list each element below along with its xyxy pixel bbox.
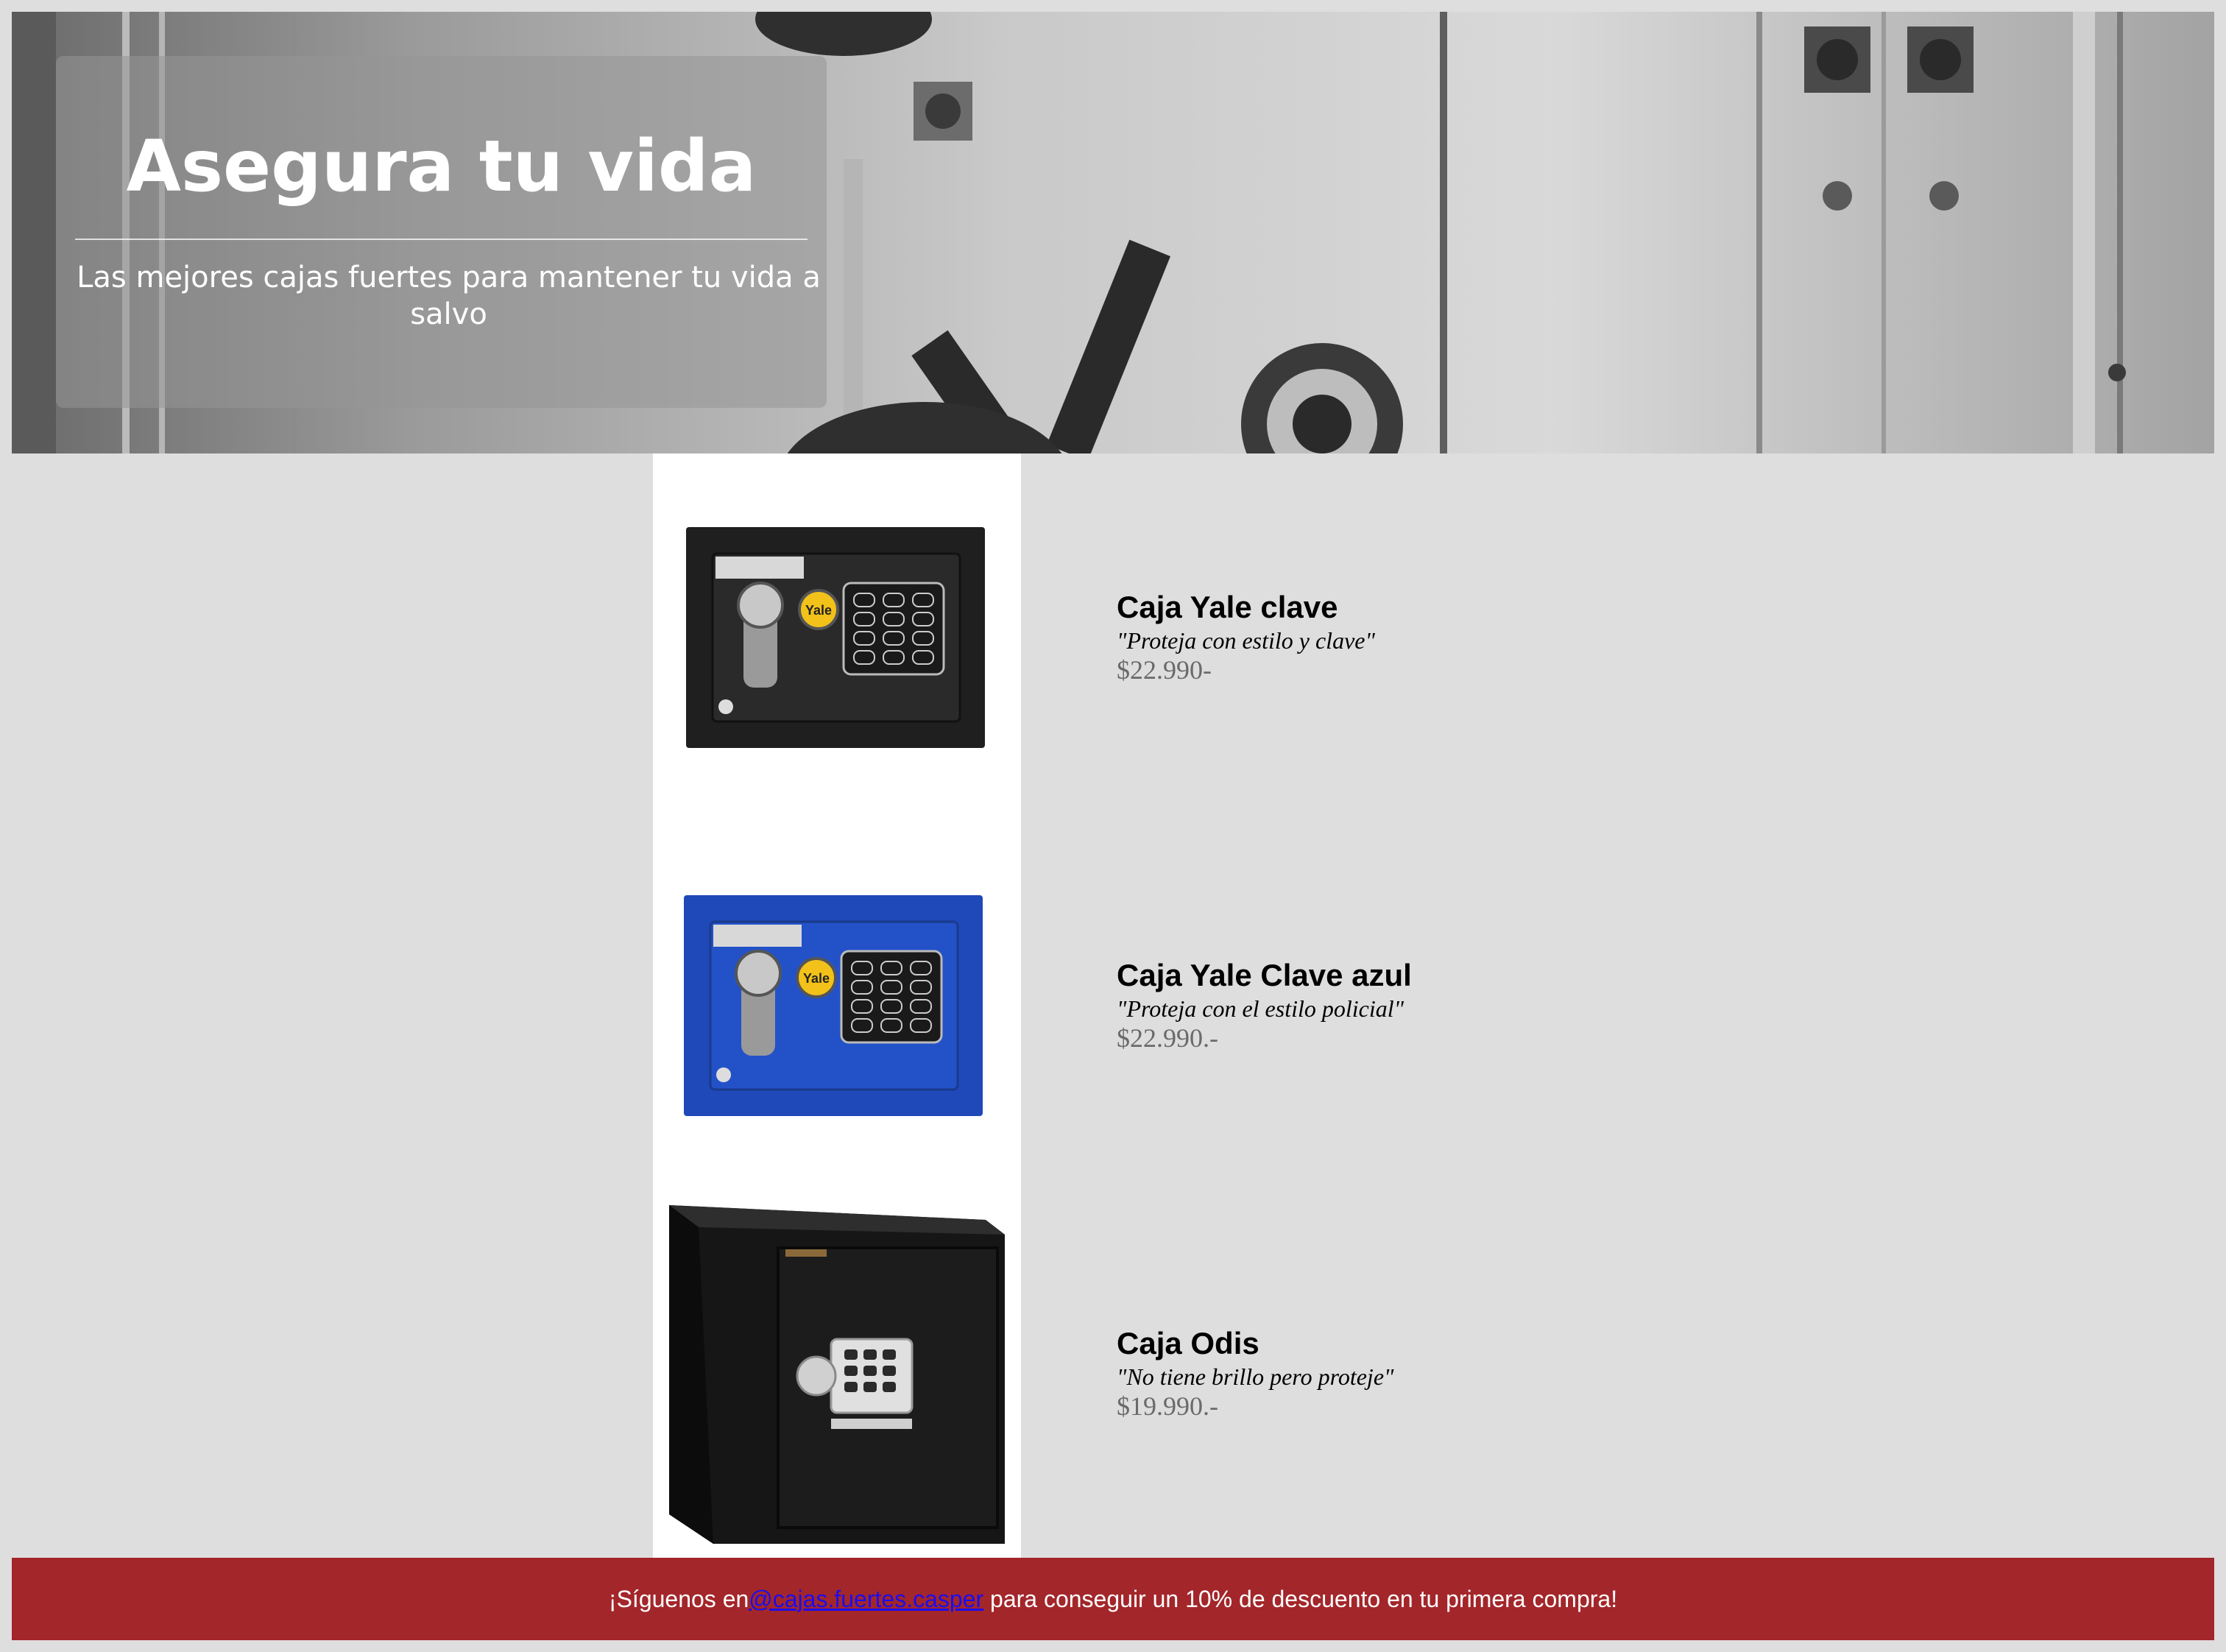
hero-subtitle: Las mejores cajas fuertes para mantener … [77,261,821,331]
promo-footer: ¡Síguenos en @cajas.fuertes.casper para c… [12,1558,2214,1640]
product-card-yale-clave-azul: Caja Yale Clave azul "Proteja con el est… [1117,957,1779,1053]
footer-text-before: ¡Síguenos en [608,1585,749,1612]
product-price: $22.990.- [1117,1023,1218,1053]
footer-text-after: para conseguir un 10% de descuento en tu… [983,1585,1618,1612]
instagram-handle-link[interactable]: @cajas.fuertes.casper [749,1586,983,1613]
product-slogan: "No tiene brillo pero proteje" [1117,1363,1394,1390]
hero-title: Asegura tu vida [126,125,757,208]
product-image-odis[interactable] [669,1205,1005,1544]
product-name[interactable]: Caja Yale Clave azul [1117,957,1779,994]
hero-divider [75,239,808,240]
product-card-odis: Caja Odis "No tiene brillo pero proteje"… [1117,1325,1779,1421]
product-name[interactable]: Caja Odis [1117,1325,1779,1362]
hero-banner: Asegura tu vida Las mejores cajas fuerte… [12,12,2214,453]
product-image-yale-black[interactable]: Yale [686,527,985,748]
product-name[interactable]: Caja Yale clave [1117,589,1779,626]
svg-text:Yale: Yale [803,971,830,986]
page: Asegura tu vida Las mejores cajas fuerte… [0,0,2226,1652]
svg-text:Yale: Yale [805,603,832,618]
product-slogan: "Proteja con estilo y clave" [1117,627,1375,654]
product-price: $22.990- [1117,655,1212,685]
hero-overlay-card [56,56,827,408]
product-slogan: "Proteja con el estilo policial" [1117,995,1404,1022]
product-card-yale-clave: Caja Yale clave "Proteja con estilo y cl… [1117,589,1779,685]
product-image-yale-blue[interactable]: Yale [684,895,983,1116]
product-price: $19.990.- [1117,1391,1218,1421]
